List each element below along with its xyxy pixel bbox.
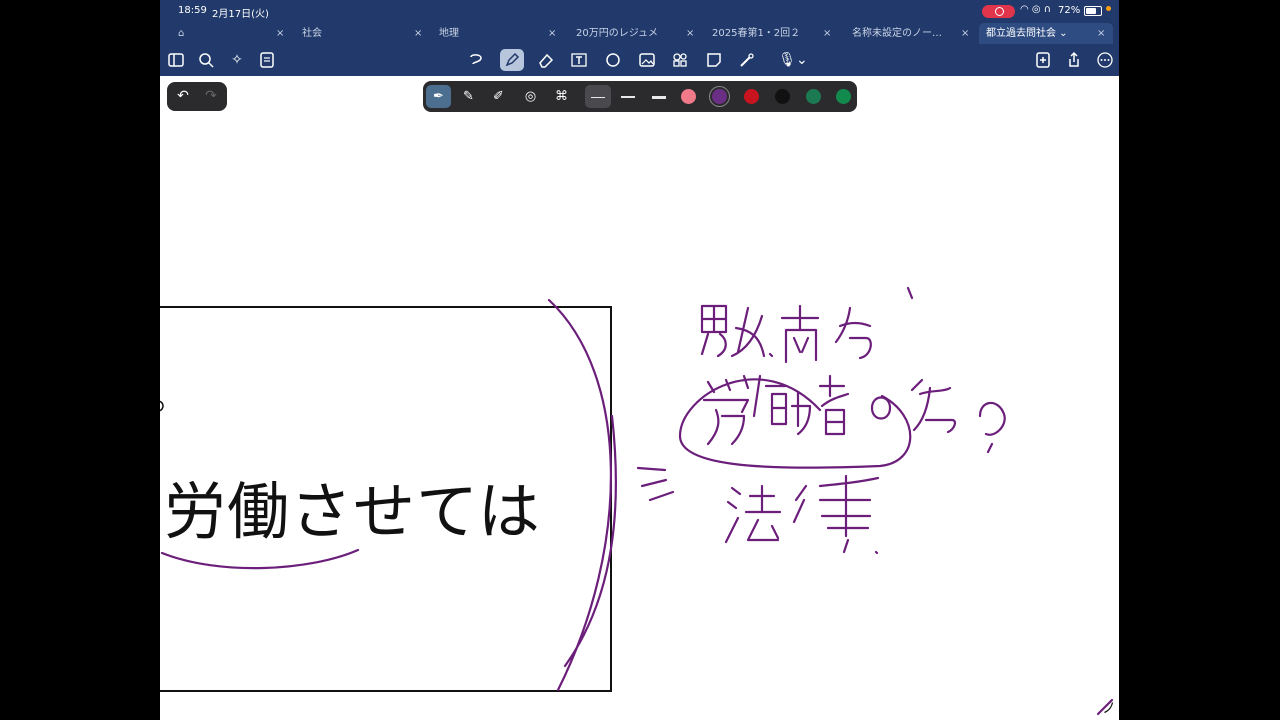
main-toolbar: ✧ 🎙︎⌄: [160, 45, 1119, 76]
tab-label: 都立過去問社会 ⌄: [986, 28, 1068, 39]
sticky-note-icon[interactable]: [702, 49, 726, 71]
ink-underline: [160, 548, 360, 570]
fountain-pen-icon[interactable]: ✒: [426, 85, 451, 108]
color-green[interactable]: [836, 89, 851, 104]
handwriting-layer: [160, 286, 1114, 716]
share-icon[interactable]: [1062, 49, 1086, 71]
tab-label: 2025春第1・2回２: [712, 28, 801, 39]
note-canvas[interactable]: 労働させては ノ: [160, 76, 1119, 720]
shape-pen-icon[interactable]: ◎: [518, 85, 543, 108]
ink-bracket: [547, 298, 617, 692]
color-red[interactable]: [744, 89, 759, 104]
color-purple[interactable]: [712, 89, 727, 104]
more-icon[interactable]: [1093, 49, 1117, 71]
screen-recording-icon: [982, 5, 1015, 18]
stroke-thin[interactable]: [585, 85, 611, 108]
ink-line3: [724, 474, 880, 555]
search-icon[interactable]: [194, 49, 218, 71]
color-pink[interactable]: [681, 89, 696, 104]
lasso-icon[interactable]: [464, 49, 488, 71]
tab-home[interactable]: ⌂ ×: [168, 23, 288, 44]
sparkle-icon[interactable]: ✧: [225, 49, 249, 71]
undo-icon[interactable]: ↶: [173, 88, 193, 105]
ball-pen-icon[interactable]: ✎: [456, 85, 481, 108]
color-picker-icon[interactable]: ⌘: [549, 85, 574, 108]
ink-arrow: [636, 466, 675, 502]
battery-percent: 72%: [1058, 5, 1081, 16]
brush-pen-icon[interactable]: ✐: [486, 85, 511, 108]
tab-chiri[interactable]: 地理 ×: [432, 23, 560, 44]
document-icon[interactable]: [255, 49, 279, 71]
home-icon: ⌂: [178, 28, 185, 39]
tab-shakai[interactable]: 社会 ×: [296, 23, 424, 44]
textbox-icon[interactable]: [567, 49, 591, 71]
ink-line2: [702, 374, 1006, 454]
close-icon[interactable]: ×: [823, 23, 831, 44]
stroke-thick[interactable]: [646, 85, 672, 108]
status-time: 18:59: [178, 5, 207, 16]
redo-icon[interactable]: ↷: [201, 88, 221, 105]
wifi-icon: ◠ ◎ ∩: [1020, 4, 1052, 15]
undo-redo-group: ↶ ↷: [167, 82, 227, 111]
sidebar-icon[interactable]: [164, 49, 188, 71]
microphone-icon[interactable]: 🎙︎⌄: [776, 49, 810, 71]
color-black[interactable]: [775, 89, 790, 104]
privacy-indicator: [1106, 6, 1111, 11]
tab-label: 20万円のレジュメ: [576, 28, 659, 39]
add-page-icon[interactable]: [1031, 49, 1055, 71]
image-icon[interactable]: [635, 49, 659, 71]
scroll-handle-icon[interactable]: ノ: [1102, 698, 1116, 718]
pen-icon[interactable]: [500, 49, 524, 71]
tab-label: 地理: [439, 28, 459, 39]
tab-bar: ⌂ × 社会 × 地理 × 20万円のレジュメ × 2025春第1・2回２ × …: [160, 23, 1119, 44]
close-icon[interactable]: ×: [686, 23, 694, 44]
close-icon[interactable]: ×: [276, 23, 284, 44]
color-dark-green[interactable]: [806, 89, 821, 104]
elements-icon[interactable]: [668, 49, 692, 71]
stroke-medium[interactable]: [615, 85, 641, 108]
tab-label: 社会: [302, 28, 322, 39]
laser-pointer-icon[interactable]: [735, 49, 759, 71]
close-icon[interactable]: ×: [548, 23, 556, 44]
tab-untitled[interactable]: 名称未設定のノー… ×: [844, 23, 972, 44]
tab-label: 名称未設定のノー…: [852, 28, 942, 39]
eraser-icon[interactable]: [534, 49, 558, 71]
app-header: 18:59 2月17日(火) ◠ ◎ ∩ 72% ⌂ × 社会 × 地理 × 2…: [160, 0, 1119, 76]
shapes-icon[interactable]: [601, 49, 625, 71]
tab-2025[interactable]: 2025春第1・2回２ ×: [706, 23, 834, 44]
status-date: 2月17日(火): [212, 9, 269, 20]
close-icon[interactable]: ×: [414, 23, 422, 44]
ink-line1: [700, 286, 914, 364]
tab-resume[interactable]: 20万円のレジュメ ×: [568, 23, 698, 44]
tab-toritsu[interactable]: 都立過去問社会 ⌄ ×: [979, 23, 1113, 44]
goodnotes-screen: 18:59 2月17日(火) ◠ ◎ ∩ 72% ⌂ × 社会 × 地理 × 2…: [160, 0, 1119, 720]
close-icon[interactable]: ×: [1097, 23, 1105, 44]
close-icon[interactable]: ×: [961, 23, 969, 44]
pen-palette: ✒ ✎ ✐ ◎ ⌘: [423, 81, 857, 112]
battery-icon: [1084, 6, 1102, 16]
